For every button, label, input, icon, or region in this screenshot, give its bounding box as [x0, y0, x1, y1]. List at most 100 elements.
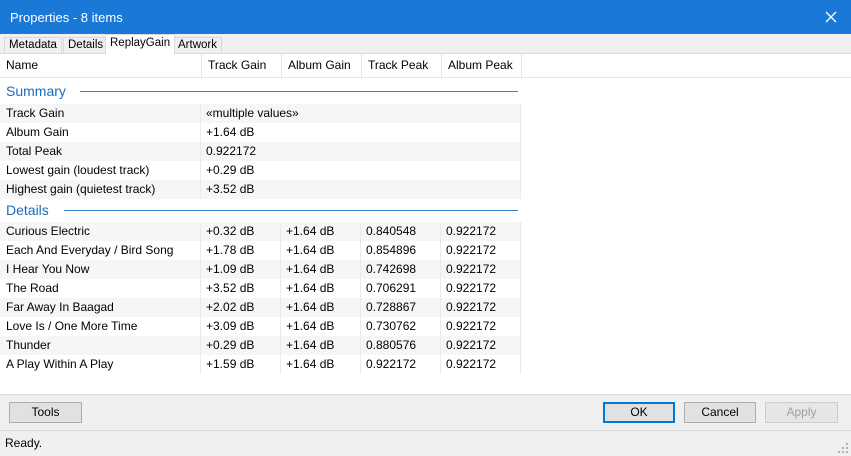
summary-row[interactable]: Highest gain (quietest track) +3.52 dB — [0, 180, 521, 199]
album-peak-cell: 0.922172 — [446, 224, 497, 238]
album-gain-cell: +1.64 dB — [286, 224, 335, 238]
track-gain-cell: +2.02 dB — [206, 300, 255, 314]
column-header-name[interactable]: Name — [0, 54, 202, 77]
column-separator — [280, 317, 281, 336]
tab-replaygain[interactable]: ReplayGain — [105, 34, 176, 54]
album-gain-cell: +1.64 dB — [286, 281, 335, 295]
column-separator — [520, 142, 521, 161]
track-name-cell: Love Is / One More Time — [6, 319, 138, 333]
summary-row[interactable]: Lowest gain (loudest track) +0.29 dB — [0, 161, 521, 180]
cancel-button[interactable]: Cancel — [684, 402, 756, 423]
column-header-track-peak[interactable]: Track Peak — [362, 54, 442, 77]
summary-value-cell: +3.52 dB — [206, 182, 255, 196]
track-name-cell: Curious Electric — [6, 224, 91, 238]
column-separator — [360, 336, 361, 355]
track-gain-cell: +1.59 dB — [206, 357, 255, 371]
column-separator — [200, 355, 201, 374]
column-separator — [440, 298, 441, 317]
summary-divider — [80, 91, 518, 92]
column-separator — [280, 279, 281, 298]
summary-value-cell: +0.29 dB — [206, 163, 255, 177]
track-name-cell: The Road — [6, 281, 59, 295]
track-peak-cell: 0.728867 — [366, 300, 417, 314]
column-separator — [280, 260, 281, 279]
column-separator — [280, 222, 281, 241]
column-separator — [200, 222, 201, 241]
track-row[interactable]: A Play Within A Play +1.59 dB +1.64 dB 0.92… — [0, 355, 521, 374]
apply-button[interactable]: Apply — [765, 402, 838, 423]
track-row[interactable]: Thunder +0.29 dB +1.64 dB 0.880576 0.922172 — [0, 336, 521, 355]
column-header-album-gain[interactable]: Album Gain — [282, 54, 362, 77]
column-separator — [200, 241, 201, 260]
column-separator — [520, 161, 521, 180]
album-peak-cell: 0.922172 — [446, 319, 497, 333]
track-peak-cell: 0.880576 — [366, 338, 417, 352]
album-gain-cell: +1.64 dB — [286, 243, 335, 257]
tab-metadata[interactable]: Metadata — [4, 37, 62, 53]
summary-value-cell: 0.922172 — [206, 144, 257, 158]
column-separator — [360, 260, 361, 279]
column-separator — [360, 355, 361, 374]
column-separator — [440, 241, 441, 260]
column-separator — [440, 260, 441, 279]
column-separator — [360, 317, 361, 336]
column-separator — [200, 279, 201, 298]
album-gain-cell: +1.64 dB — [286, 357, 335, 371]
tab-artwork[interactable]: Artwork — [173, 37, 222, 53]
column-separator — [520, 180, 521, 199]
track-row[interactable]: Curious Electric +0.32 dB +1.64 dB 0.840548… — [0, 222, 521, 241]
track-gain-cell: +0.29 dB — [206, 338, 255, 352]
ok-button[interactable]: OK — [603, 402, 675, 423]
column-separator — [200, 336, 201, 355]
track-peak-cell: 0.922172 — [366, 357, 417, 371]
column-separator — [520, 123, 521, 142]
close-icon — [825, 11, 837, 23]
tools-button[interactable]: Tools — [9, 402, 82, 423]
track-name-cell: Each And Everyday / Bird Song — [6, 243, 174, 257]
summary-name-cell: Track Gain — [6, 106, 65, 120]
album-peak-cell: 0.922172 — [446, 300, 497, 314]
column-separator — [200, 180, 201, 199]
column-separator — [520, 298, 521, 317]
summary-row[interactable]: Total Peak 0.922172 — [0, 142, 521, 161]
column-separator — [520, 355, 521, 374]
column-separator — [280, 355, 281, 374]
column-separator — [360, 298, 361, 317]
column-separator — [440, 317, 441, 336]
column-separator — [200, 161, 201, 180]
column-separator — [440, 222, 441, 241]
track-row[interactable]: I Hear You Now +1.09 dB +1.64 dB 0.742698 0.… — [0, 260, 521, 279]
track-row[interactable]: Love Is / One More Time +3.09 dB +1.64 dB 0… — [0, 317, 521, 336]
track-gain-cell: +1.09 dB — [206, 262, 255, 276]
track-row[interactable]: The Road +3.52 dB +1.64 dB 0.706291 0.922172 — [0, 279, 521, 298]
summary-value-cell: «multiple values» — [206, 106, 299, 120]
resize-grip-icon[interactable] — [837, 442, 849, 454]
track-name-cell: Thunder — [6, 338, 51, 352]
column-separator — [520, 222, 521, 241]
summary-value-cell: +1.64 dB — [206, 125, 255, 139]
column-separator — [520, 336, 521, 355]
track-peak-cell: 0.840548 — [366, 224, 417, 238]
track-row[interactable]: Each And Everyday / Bird Song +1.78 dB +1.… — [0, 241, 521, 260]
column-separator — [440, 355, 441, 374]
replaygain-panel: Name Track Gain Album Gain Track Peak Al… — [0, 53, 851, 395]
column-separator — [520, 104, 521, 123]
close-button[interactable] — [811, 0, 851, 34]
list-header: Name Track Gain Album Gain Track Peak Al… — [0, 54, 851, 78]
column-header-track-gain[interactable]: Track Gain — [202, 54, 282, 77]
window-title: Properties - 8 items — [10, 10, 123, 25]
summary-row[interactable]: Track Gain «multiple values» — [0, 104, 521, 123]
column-header-album-peak[interactable]: Album Peak — [442, 54, 522, 77]
track-gain-cell: +1.78 dB — [206, 243, 255, 257]
track-gain-cell: +0.32 dB — [206, 224, 255, 238]
track-peak-cell: 0.742698 — [366, 262, 417, 276]
track-row[interactable]: Far Away In Baagad +2.02 dB +1.64 dB 0.7288… — [0, 298, 521, 317]
tab-details[interactable]: Details — [63, 37, 109, 53]
summary-row[interactable]: Album Gain +1.64 dB — [0, 123, 521, 142]
track-peak-cell: 0.706291 — [366, 281, 417, 295]
column-separator — [360, 222, 361, 241]
column-separator — [280, 241, 281, 260]
tab-bar: Metadata Details ReplayGain Artwork — [0, 34, 851, 54]
summary-name-cell: Lowest gain (loudest track) — [6, 163, 150, 177]
album-peak-cell: 0.922172 — [446, 262, 497, 276]
